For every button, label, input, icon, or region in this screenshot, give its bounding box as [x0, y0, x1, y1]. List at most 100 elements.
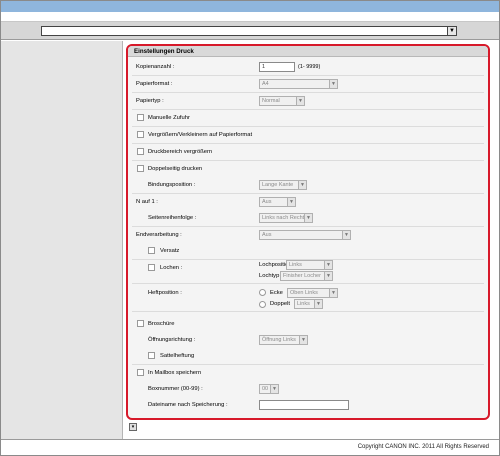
row-manuelle-zufuhr: Manuelle Zufuhr [132, 110, 484, 127]
papiertyp-label: Papiertyp : [136, 98, 164, 104]
row-druckbereich: Druckbereich vergrößern [132, 144, 484, 161]
chevron-down-icon: ▼ [270, 385, 278, 393]
papiertyp-select[interactable]: Normal ▼ [259, 96, 305, 106]
copyright-text: Copyright CANON INC. 2011 All Rights Res… [357, 444, 489, 450]
doppelt-select[interactable]: Links ▼ [294, 299, 323, 309]
chevron-down-icon: ▼ [324, 272, 332, 280]
heftposition-label: Heftposition : [148, 290, 182, 296]
chevron-down-icon: ▼ [324, 261, 332, 269]
mailbox-label: In Mailbox speichern [148, 370, 202, 376]
chevron-down-icon: ▼ [329, 80, 337, 88]
kopienanzahl-hint: (1- 9999) [298, 64, 321, 70]
manuelle-zufuhr-label: Manuelle Zufuhr [148, 115, 190, 121]
boxnummer-value: 00 [262, 386, 269, 392]
dateiname-input[interactable] [259, 400, 349, 410]
ecke-value: Oben Links [290, 290, 318, 296]
druckbereich-label: Druckbereich vergrößern [148, 149, 213, 155]
dateiname-label: Dateiname nach Speicherung : [148, 402, 228, 408]
seitenreihenfolge-label: Seitenreihenfolge : [148, 215, 197, 221]
kopienanzahl-input[interactable]: 1 [259, 62, 295, 72]
chevron-down-icon: ▼ [314, 300, 322, 308]
row-bindungsposition: Bindungsposition : Lange Kante ▼ [132, 177, 484, 194]
versatz-checkbox[interactable] [148, 247, 155, 254]
chevron-down-icon[interactable]: ▼ [447, 27, 456, 35]
row-vergroessern: Vergrößern/Verkleinern auf Papierformat [132, 127, 484, 144]
row-versatz: Versatz [132, 243, 484, 260]
lochposition-value: Links [289, 262, 302, 268]
oeffnungsrichtung-label: Öffnungsrichtung : [148, 337, 196, 343]
lochen-label: Lochen : [160, 265, 183, 271]
lochtyp-label: Lochtyp [259, 273, 280, 279]
row-broschuere: Broschüre [132, 316, 484, 333]
chevron-down-icon: ▼ [342, 231, 350, 239]
ecke-label: Ecke [270, 290, 283, 296]
chevron-down-icon: ▼ [296, 97, 304, 105]
lochen-checkbox[interactable] [148, 264, 155, 271]
boxnummer-label: Boxnummer (00-99) : [148, 386, 203, 392]
lochtyp-value: Finisher Locher [283, 273, 321, 279]
kopienanzahl-label: Kopienanzahl : [136, 64, 175, 70]
row-seitenreihenfolge: Seitenreihenfolge : Links nach Rechts ▼ [132, 210, 484, 227]
location-select[interactable]: ▼ [41, 26, 457, 36]
row-lochen: Lochen : Lochposition Links ▼ Lochtyp Fin… [132, 260, 484, 284]
n-auf-1-select[interactable]: Aus ▼ [259, 197, 296, 207]
row-dateiname: Dateiname nach Speicherung : [132, 397, 484, 414]
row-doppelseitig: Doppelseitig drucken [132, 161, 484, 178]
row-oeffnungsrichtung: Öffnungsrichtung : Öffnung Links ▼ [132, 332, 484, 349]
vergroessern-label: Vergrößern/Verkleinern auf Papierformat [148, 132, 253, 138]
title-bar [1, 1, 499, 12]
row-mailbox: In Mailbox speichern [132, 365, 484, 382]
lochposition-select[interactable]: Links ▼ [286, 260, 333, 270]
seitenreihenfolge-value: Links nach Rechts [262, 215, 307, 221]
manuelle-zufuhr-checkbox[interactable] [137, 114, 144, 121]
doppelseitig-checkbox[interactable] [137, 165, 144, 172]
seitenreihenfolge-select[interactable]: Links nach Rechts ▼ [259, 213, 313, 223]
doppelt-value: Links [297, 301, 310, 307]
row-sattelheftung: Sattelheftung [132, 348, 484, 365]
panel-title: Einstellungen Druck [128, 46, 488, 57]
broschuere-checkbox[interactable] [137, 320, 144, 327]
sattelheftung-label: Sattelheftung [160, 353, 195, 359]
bindungsposition-select[interactable]: Lange Kante ▼ [259, 180, 307, 190]
papierformat-value: A4 [262, 81, 269, 87]
footer: Copyright CANON INC. 2011 All Rights Res… [1, 439, 499, 455]
ecke-radio[interactable] [259, 289, 266, 296]
doppelt-label: Doppelt [270, 301, 290, 307]
endverarbeitung-select[interactable]: Aus ▼ [259, 230, 351, 240]
chevron-down-icon: ▼ [287, 198, 295, 206]
druckbereich-checkbox[interactable] [137, 148, 144, 155]
papierformat-label: Papierformat : [136, 81, 173, 87]
chevron-down-icon: ▼ [298, 181, 306, 189]
row-kopienanzahl: Kopienanzahl : 1 (1- 9999) [132, 59, 484, 76]
oeffnungsrichtung-select[interactable]: Öffnung Links ▼ [259, 335, 308, 345]
bindungsposition-value: Lange Kante [262, 182, 294, 188]
row-papierformat: Papierformat : A4 ▼ [132, 76, 484, 93]
chevron-down-icon: ▼ [329, 289, 337, 297]
n-auf-1-value: Aus [262, 199, 272, 205]
n-auf-1-label: N auf 1 : [136, 199, 158, 205]
mailbox-checkbox[interactable] [137, 369, 144, 376]
sattelheftung-checkbox[interactable] [148, 352, 155, 359]
papiertyp-value: Normal [262, 98, 280, 104]
menu-strip [1, 12, 499, 22]
sidebar [1, 41, 123, 439]
versatz-label: Versatz [160, 248, 180, 254]
endverarbeitung-label: Endverarbeitung : [136, 232, 182, 238]
vergroessern-checkbox[interactable] [137, 131, 144, 138]
bindungsposition-label: Bindungsposition : [148, 182, 196, 188]
ecke-select[interactable]: Oben Links ▼ [287, 288, 338, 298]
row-n-auf-1: N auf 1 : Aus ▼ [132, 194, 484, 211]
row-endverarbeitung: Endverarbeitung : Aus ▼ [132, 227, 484, 244]
oeffnungsrichtung-value: Öffnung Links [262, 337, 296, 343]
lochtyp-select[interactable]: Finisher Locher ▼ [280, 271, 333, 281]
chevron-down-icon: ▼ [299, 336, 307, 344]
chevron-down-icon: ▼ [304, 214, 312, 222]
doppelt-radio[interactable] [259, 301, 266, 308]
navigation-bar: ▼ [1, 22, 499, 40]
boxnummer-select[interactable]: 00 ▼ [259, 384, 279, 394]
row-papiertyp: Papiertyp : Normal ▼ [132, 93, 484, 110]
print-settings-panel: Einstellungen Druck Kopienanzahl : 1 (1-… [126, 44, 490, 420]
row-boxnummer: Boxnummer (00-99) : 00 ▼ [132, 381, 484, 398]
expand-icon[interactable]: ▾ [129, 423, 137, 431]
papierformat-select[interactable]: A4 ▼ [259, 79, 338, 89]
